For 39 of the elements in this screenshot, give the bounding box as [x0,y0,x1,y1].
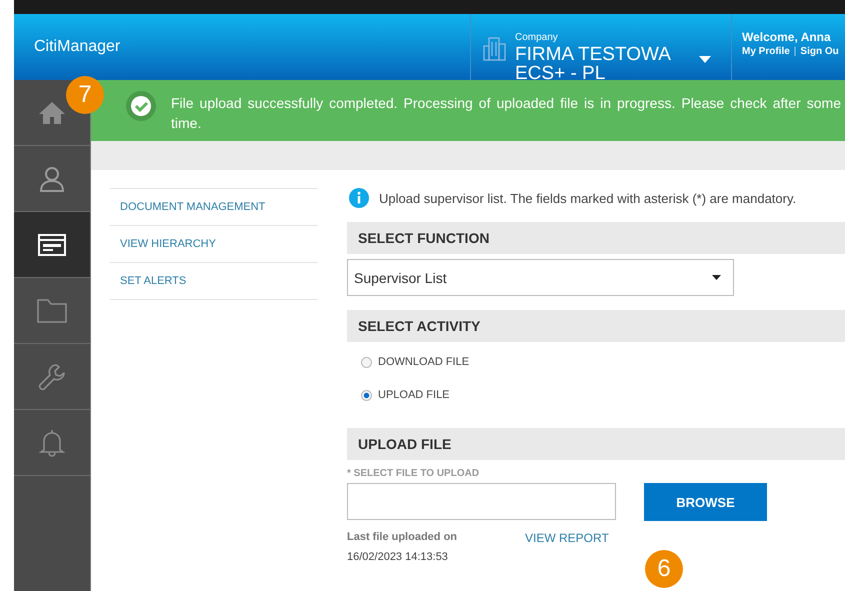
building-icon [483,36,507,62]
check-icon [125,90,157,122]
document-icon [38,234,66,256]
folder-icon [37,298,67,322]
caret-icon [712,275,721,280]
wrench-icon [38,362,66,390]
home-icon [38,100,66,124]
header-link[interactable]: My Profile [742,46,790,57]
field-label: * SELECT FILE TO UPLOAD [347,468,480,479]
sidebar-item[interactable] [14,212,90,278]
app-title: CitiManager [33,37,122,57]
company-name: FIRMA TESTOWA ECS+ - PL [515,45,672,83]
success-message: File upload successfully completed. Processing of uploaded file is in progress. Please check after some time. [171,94,841,133]
section-header: SELECT FUNCTION [347,222,845,254]
bell-icon [39,428,65,456]
file-input-field[interactable] [347,483,616,520]
user-icon [39,166,65,192]
nav-link[interactable]: DOCUMENT MANAGEMENT [110,189,318,226]
caret-icon [699,56,711,63]
radio-option[interactable]: DOWNLOAD FILE [361,353,845,371]
radio-option[interactable]: UPLOAD FILE [361,386,845,404]
welcome-text: Welcome, Anna [742,30,832,44]
info-text: Upload supervisor list. The fields marked with asterisk (*) are mandatory. [379,190,796,206]
nav-link[interactable]: SET ALERTS [110,263,318,300]
radio-button[interactable] [361,390,372,400]
view-report-link[interactable]: VIEW REPORT [525,531,609,563]
last-upload-label: Last file uploaded on [347,531,458,543]
section-header: UPLOAD FILE [347,428,845,460]
info-icon [349,188,369,208]
company-label: Company [515,32,559,43]
nav-link[interactable]: VIEW HIERARCHY [110,226,318,263]
link-separator: | [794,46,796,57]
step-callout-tooltip: 6 [645,550,683,588]
function-dropdown[interactable]: Supervisor List [347,259,734,296]
section-header: SELECT ACTIVITY [347,310,845,342]
browse-button[interactable]: BROWSE [644,483,767,521]
last-upload-date: 16/02/2023 14:13:53 [347,551,449,563]
radio-button[interactable] [361,356,372,368]
header-link[interactable]: Sign Ou [800,46,839,57]
